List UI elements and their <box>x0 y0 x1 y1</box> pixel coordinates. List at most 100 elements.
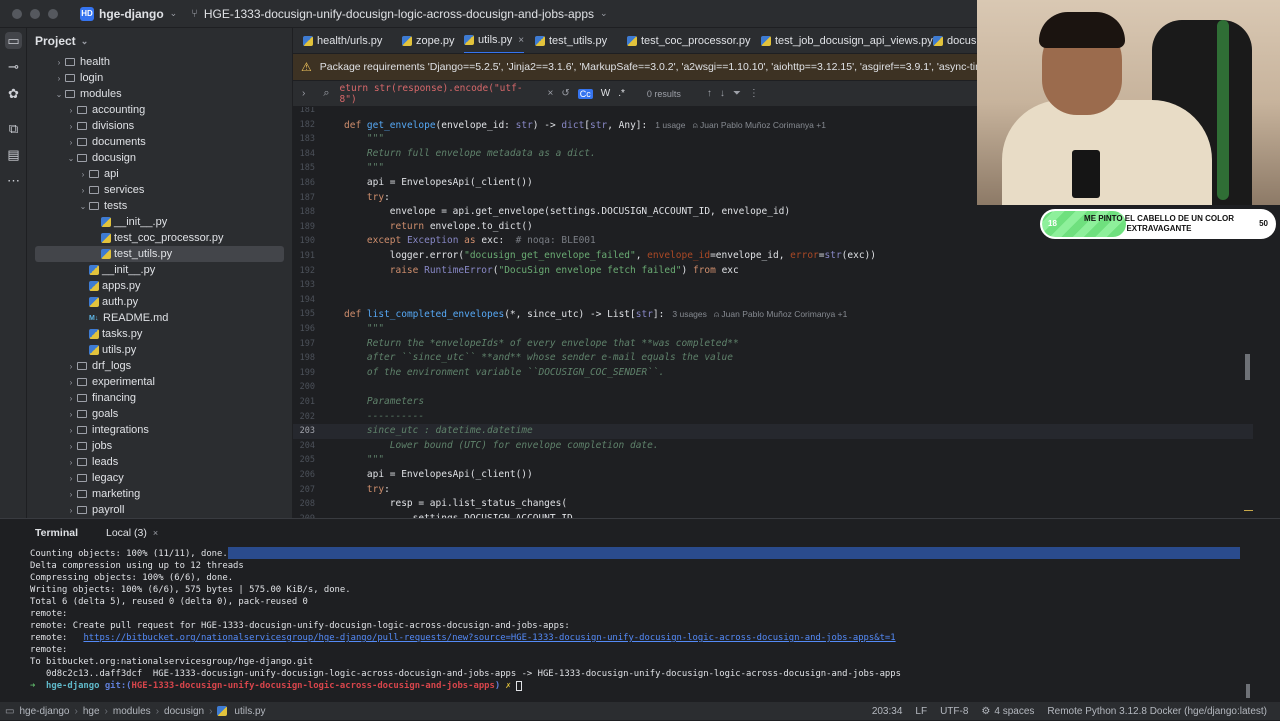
tree-item[interactable]: test_utils.py <box>35 246 284 262</box>
chevron-right-icon[interactable]: › <box>65 458 77 467</box>
tree-item[interactable]: › accounting <box>35 102 284 118</box>
chevron-right-icon[interactable]: › <box>65 106 77 115</box>
code-line[interactable]: 192 raise RuntimeError("DocuSign envelop… <box>293 264 1253 279</box>
database-icon[interactable]: ▤ <box>5 146 22 163</box>
arrow-up-icon[interactable]: ↑ <box>707 88 712 99</box>
chevron-right-icon[interactable]: › <box>65 138 77 147</box>
code-line[interactable]: 205 """ <box>293 453 1253 468</box>
line-ending[interactable]: LF <box>915 706 927 717</box>
tree-item[interactable]: ⌄ tests <box>35 198 284 214</box>
plugins-icon[interactable]: ✿ <box>5 85 22 102</box>
code-line[interactable]: 197 Return the *envelopeIds* of every en… <box>293 337 1253 352</box>
filter-icon[interactable]: ⏷ <box>733 88 741 99</box>
chevron-down-icon[interactable]: ⌄ <box>65 154 77 163</box>
commit-icon[interactable]: ⊸ <box>5 58 22 75</box>
chevron-right-icon[interactable]: › <box>77 170 89 179</box>
code-line[interactable]: 199 of the environment variable ``DOCUSI… <box>293 366 1253 381</box>
chevron-right-icon[interactable]: › <box>302 88 305 99</box>
tree-item[interactable]: tasks.py <box>35 326 284 342</box>
chevron-right-icon[interactable]: › <box>77 186 89 195</box>
tree-item[interactable]: › services <box>35 182 284 198</box>
folder-icon[interactable]: ▭ <box>5 32 22 49</box>
tree-item[interactable]: › login <box>35 70 284 86</box>
code-line[interactable]: 207 try: <box>293 483 1253 498</box>
editor-tab[interactable]: test_utils.py <box>535 28 607 53</box>
close-icon[interactable]: × <box>518 35 524 46</box>
close-icon[interactable]: × <box>153 528 158 538</box>
tree-item[interactable]: › marketing <box>35 486 284 502</box>
tree-item[interactable]: M↓ README.md <box>35 310 284 326</box>
code-line[interactable]: 208 resp = api.list_status_changes( <box>293 497 1253 512</box>
chevron-down-icon[interactable]: ⌄ <box>600 8 608 19</box>
terminal-scrollbar[interactable] <box>1246 684 1250 698</box>
indent-setting[interactable]: 4 spaces <box>994 706 1034 717</box>
tree-item[interactable]: › financing <box>35 390 284 406</box>
regex-toggle[interactable]: .* <box>618 88 625 99</box>
file-encoding[interactable]: UTF-8 <box>940 706 968 717</box>
tree-item[interactable]: › api <box>35 166 284 182</box>
tree-item[interactable]: › leads <box>35 454 284 470</box>
history-icon[interactable]: ↺ <box>561 88 569 99</box>
code-line[interactable]: 203 since_utc : datetime.datetime <box>293 424 1253 439</box>
chevron-right-icon[interactable]: › <box>65 490 77 499</box>
editor-tab[interactable]: docusi <box>933 28 977 53</box>
close-icon[interactable]: × <box>548 88 554 99</box>
code-line[interactable]: 194 <box>293 293 1253 308</box>
code-line[interactable]: 193 <box>293 278 1253 293</box>
tree-item[interactable]: ⌄ modules <box>35 86 284 102</box>
tree-item[interactable]: apps.py <box>35 278 284 294</box>
match-case-toggle[interactable]: Cc <box>577 88 593 99</box>
editor-tab[interactable]: utils.py × <box>464 28 525 53</box>
chevron-down-icon[interactable]: ⌄ <box>53 90 65 99</box>
more-tools-icon[interactable]: ⋯ <box>5 172 22 189</box>
tree-item[interactable]: utils.py <box>35 342 284 358</box>
tree-item[interactable]: › drf_logs <box>35 358 284 374</box>
chevron-right-icon[interactable]: › <box>53 58 65 67</box>
breadcrumb-hge[interactable]: hge <box>83 706 100 717</box>
chevron-right-icon[interactable]: › <box>65 378 77 387</box>
editor-tab[interactable]: test_job_docusign_api_views.py <box>761 28 933 53</box>
more-options-icon[interactable]: ⋮ <box>749 88 759 99</box>
code-line[interactable]: 191 logger.error("docusign_get_envelope_… <box>293 249 1253 264</box>
breadcrumb-modules[interactable]: modules <box>113 706 151 717</box>
chevron-down-icon[interactable]: ⌄ <box>81 36 89 47</box>
structure-icon[interactable]: ⧉ <box>5 120 22 137</box>
chevron-right-icon[interactable]: › <box>65 426 77 435</box>
find-input[interactable]: eturn str(response).encode("utf-8") <box>340 83 540 105</box>
tree-item[interactable]: › payroll <box>35 502 284 518</box>
chevron-right-icon[interactable]: › <box>65 442 77 451</box>
chevron-down-icon[interactable]: ⌄ <box>77 202 89 211</box>
whole-words-toggle[interactable]: W <box>601 88 610 99</box>
python-interpreter[interactable]: Remote Python 3.12.8 Docker (hge/django:… <box>1047 706 1267 717</box>
code-line[interactable]: 195 def list_completed_envelopes(*, since… <box>293 307 1253 322</box>
chevron-right-icon[interactable]: › <box>65 394 77 403</box>
tree-item[interactable]: › goals <box>35 406 284 422</box>
tree-item[interactable]: › health <box>35 54 284 70</box>
tree-item[interactable]: ⌄ docusign <box>35 150 284 166</box>
window-close-button[interactable] <box>12 8 22 19</box>
tree-item[interactable]: › legacy <box>35 470 284 486</box>
chevron-down-icon[interactable]: ⌄ <box>170 8 178 19</box>
tab-local-3[interactable]: Local (3) <box>106 527 147 539</box>
chevron-right-icon[interactable]: › <box>65 362 77 371</box>
breadcrumb-docusign[interactable]: docusign <box>164 706 204 717</box>
code-line[interactable]: 206 api = EnvelopesApi(_client()) <box>293 468 1253 483</box>
project-panel-header[interactable]: Project ⌄ <box>27 28 292 54</box>
chevron-right-icon[interactable]: › <box>53 74 65 83</box>
editor-tab[interactable]: test_coc_processor.py <box>627 28 750 53</box>
branch-switcher[interactable]: HGE-1333-docusign-unify-docusign-logic-a… <box>204 7 594 21</box>
tree-item[interactable]: test_coc_processor.py <box>35 230 284 246</box>
code-line[interactable]: 198 after ``since_utc`` **and** whose se… <box>293 351 1253 366</box>
cursor-position[interactable]: 203:34 <box>872 706 903 717</box>
tree-item[interactable]: › experimental <box>35 374 284 390</box>
arrow-down-icon[interactable]: ↓ <box>720 88 725 99</box>
editor-tab[interactable]: health/urls.py <box>303 28 382 53</box>
tree-item[interactable]: auth.py <box>35 294 284 310</box>
project-switcher[interactable]: hge-django <box>99 7 164 21</box>
chevron-right-icon[interactable]: › <box>65 506 77 515</box>
editor-tab[interactable]: zope.py <box>402 28 455 53</box>
chevron-right-icon[interactable]: › <box>65 410 77 419</box>
tree-item[interactable]: __init__.py <box>35 262 284 278</box>
code-line[interactable]: 204 Lower bound (UTC) for envelope compl… <box>293 439 1253 454</box>
pull-request-link[interactable]: https://bitbucket.org/nationalservicesgr… <box>83 633 895 643</box>
